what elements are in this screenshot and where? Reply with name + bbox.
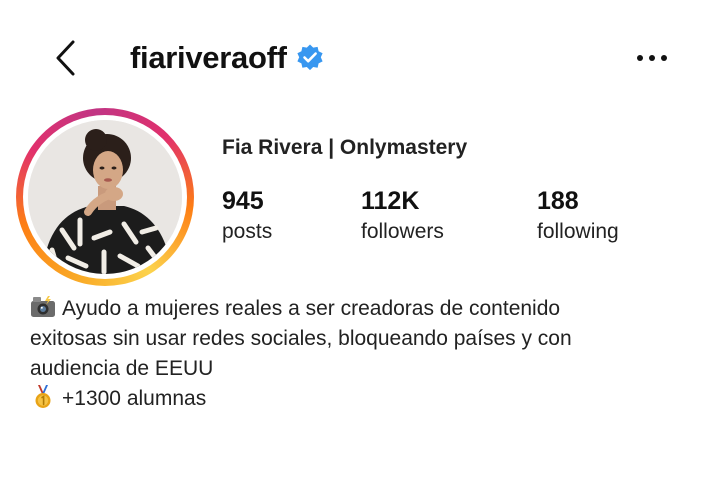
- bio-text: Ayudo a mujeres reales a ser creadoras d…: [62, 297, 561, 320]
- posts-label: posts: [222, 220, 273, 243]
- bio-text: audiencia de EEUU: [30, 357, 214, 380]
- display-name: Fia Rivera | Onlymastery: [222, 136, 468, 159]
- camera-flash-icon: [30, 295, 56, 319]
- following-label: following: [537, 220, 619, 243]
- following-count: 188: [537, 187, 579, 215]
- back-button[interactable]: [44, 36, 88, 80]
- more-options-button[interactable]: [628, 36, 676, 80]
- followers-count: 112K: [361, 187, 420, 215]
- verified-badge-icon: [295, 43, 325, 73]
- ellipsis-icon: [637, 55, 667, 61]
- bio: Ayudo a mujeres reales a ser creadoras d…: [30, 294, 690, 414]
- chevron-left-icon: [56, 40, 75, 76]
- avatar[interactable]: [28, 120, 182, 274]
- profile-photo: [28, 120, 182, 274]
- posts-count: 945: [222, 187, 264, 215]
- medal-icon: [30, 385, 56, 409]
- bio-text: exitosas sin usar redes sociales, bloque…: [30, 327, 572, 350]
- bio-line: Ayudo a mujeres reales a ser creadoras d…: [30, 294, 690, 324]
- story-ring[interactable]: [16, 108, 194, 286]
- username: fiariveraoff: [130, 40, 287, 75]
- bio-text: +1300 alumnas: [62, 387, 207, 410]
- bio-line: exitosas sin usar redes sociales, bloque…: [30, 324, 690, 354]
- following-stat[interactable]: 188 following: [537, 186, 619, 246]
- followers-stat[interactable]: 112K followers: [361, 186, 444, 246]
- followers-label: followers: [361, 220, 444, 243]
- username-title: fiariveraoff: [130, 36, 325, 80]
- posts-stat[interactable]: 945 posts: [222, 186, 272, 246]
- bio-line: audiencia de EEUU: [30, 354, 690, 384]
- profile-header: fiariveraoff: [0, 24, 720, 88]
- bio-line: +1300 alumnas: [30, 384, 690, 414]
